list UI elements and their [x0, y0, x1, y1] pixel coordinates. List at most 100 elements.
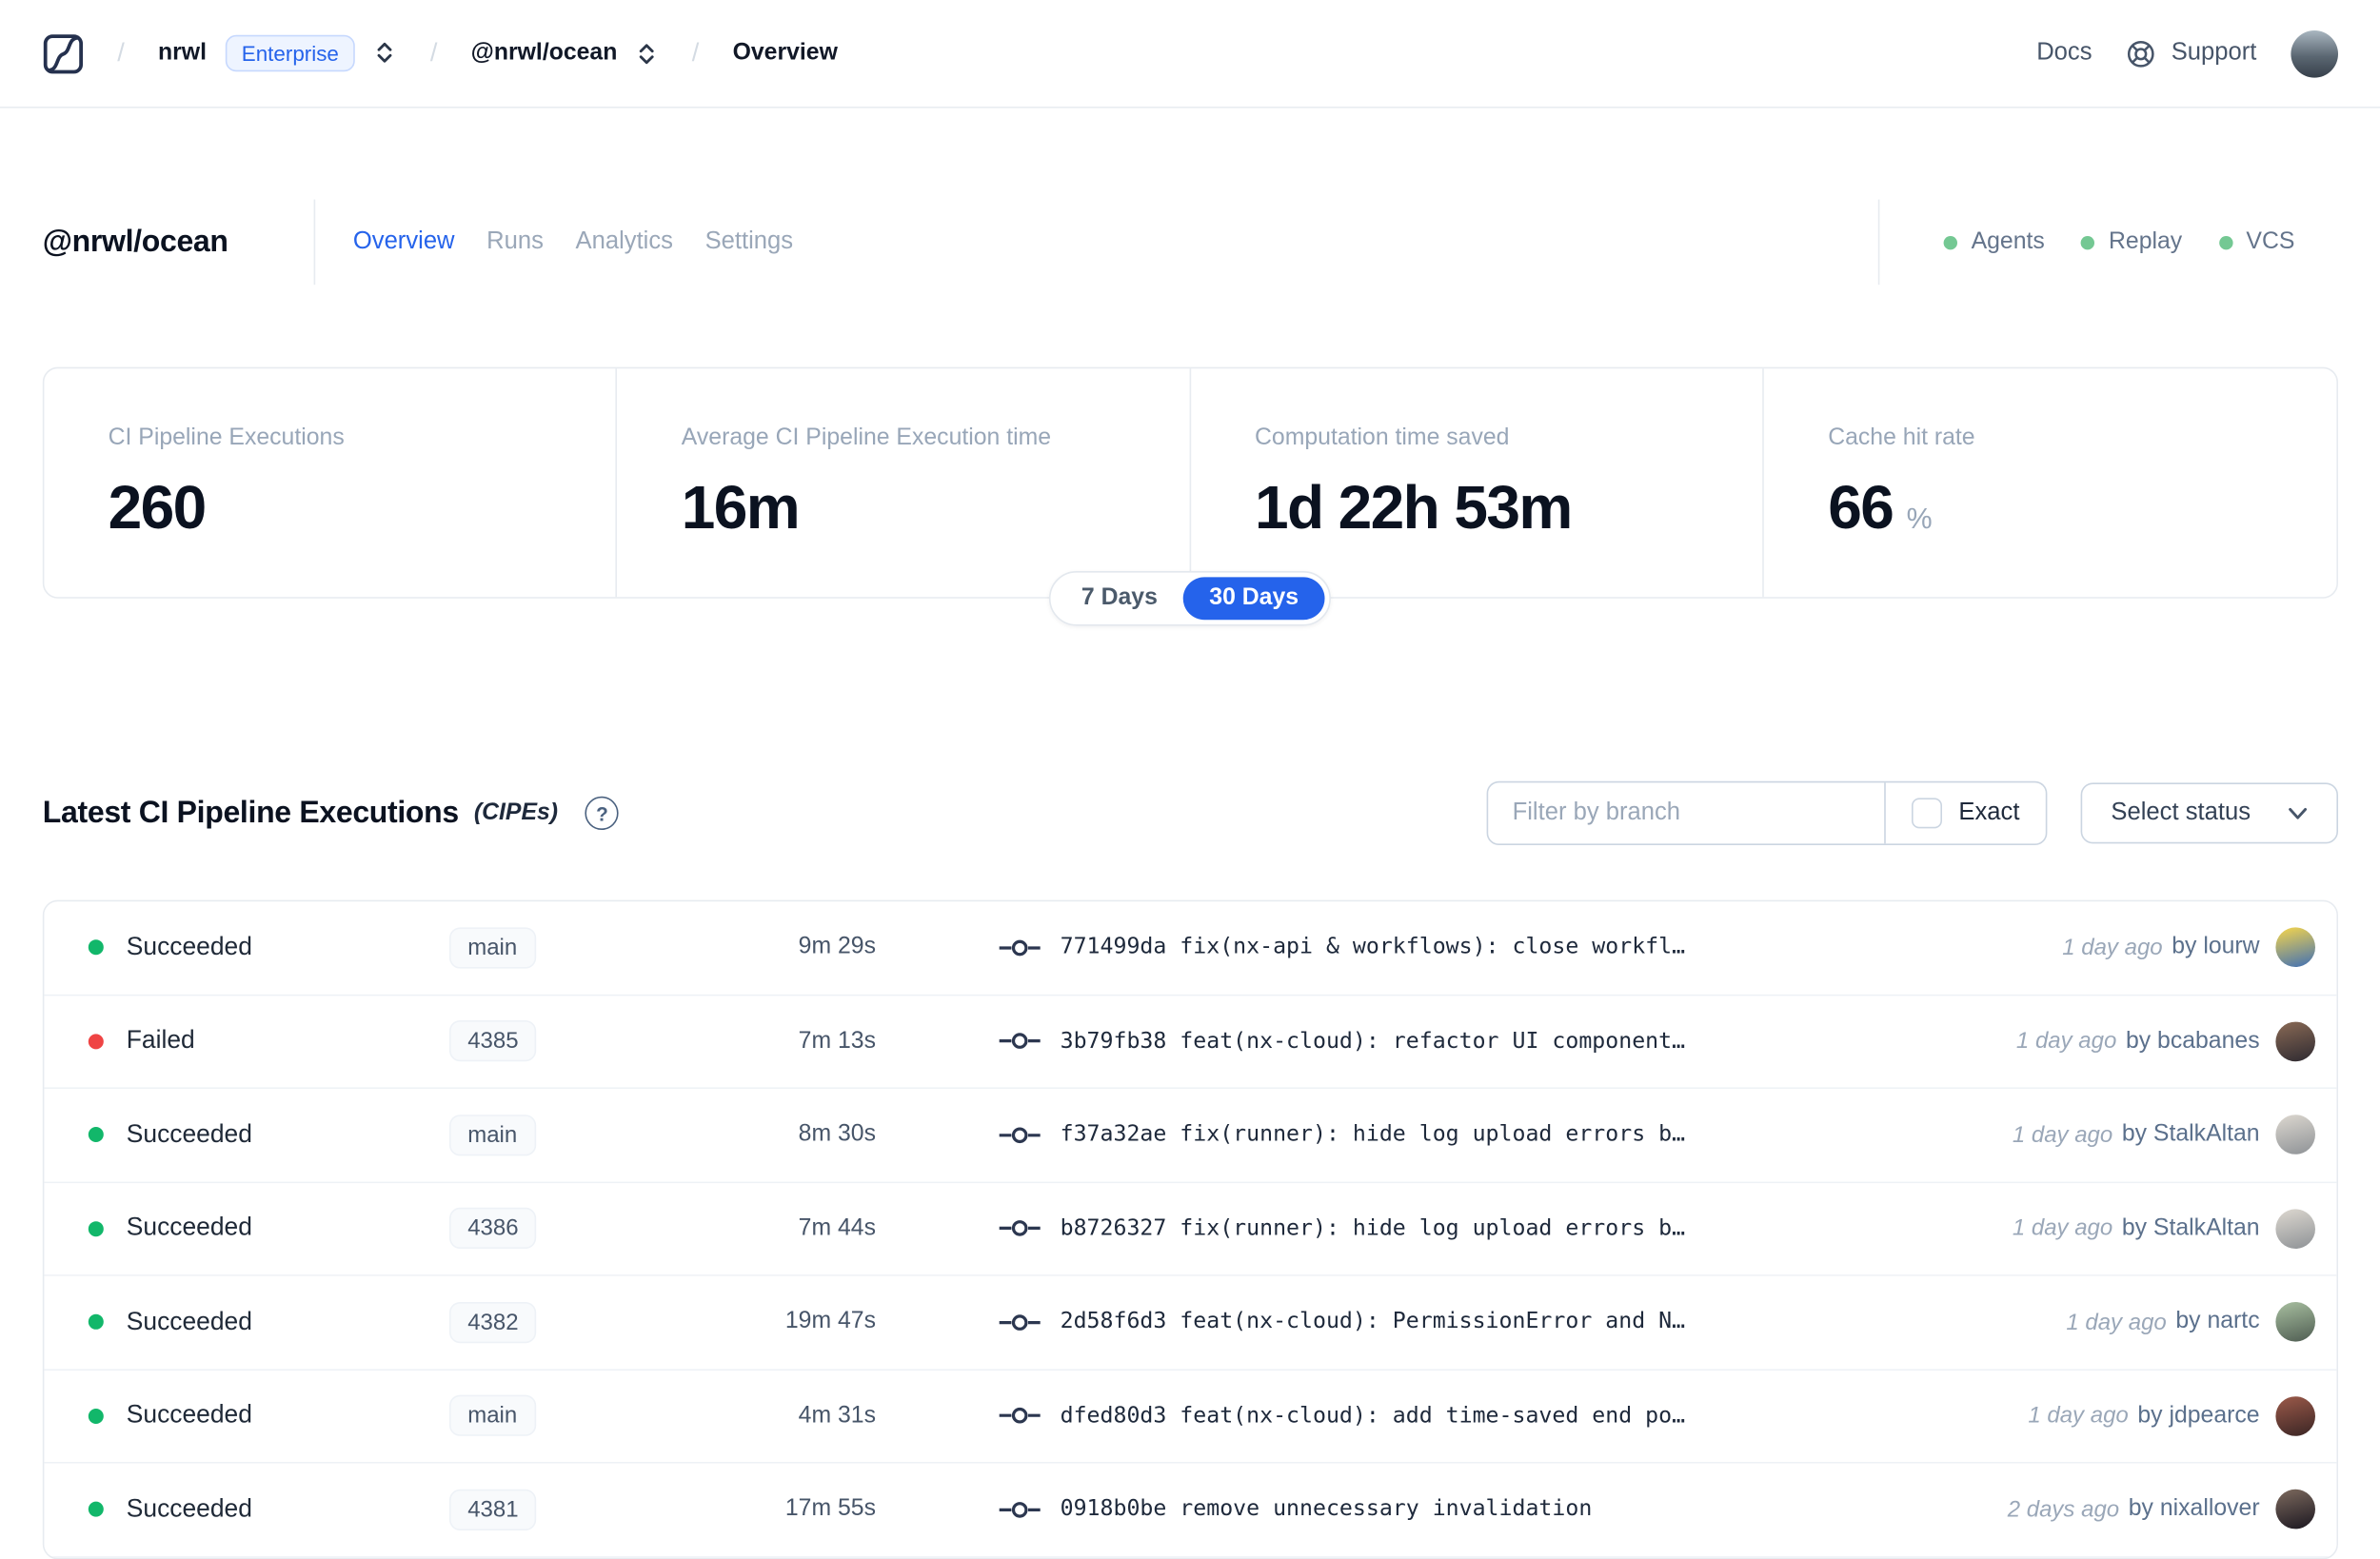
- workspace-switcher-icon[interactable]: [636, 40, 659, 66]
- indicator-agents[interactable]: Agents: [1943, 228, 2045, 256]
- table-row[interactable]: Succeeded main 8m 30s f37a32ae fix(runne…: [44, 1089, 2336, 1183]
- author-label: by nartc: [2175, 1308, 2260, 1334]
- commit-message: 3b79fb38 feat(nx-cloud): refactor UI com…: [1060, 1029, 1686, 1054]
- git-commit-icon: [999, 1125, 1041, 1145]
- branch-badge: main: [449, 1114, 536, 1155]
- user-avatar[interactable]: [2290, 30, 2338, 77]
- status-label: Failed: [126, 1026, 195, 1055]
- percent-suffix: %: [1906, 503, 1933, 537]
- breadcrumb: / nrwl Enterprise / @nrwl/ocean / Overvi…: [43, 32, 838, 73]
- author-avatar: [2274, 1302, 2315, 1342]
- duration-label: 19m 47s: [784, 1308, 876, 1334]
- indicator-replay[interactable]: Replay: [2081, 228, 2182, 256]
- stat-card-ci-executions: CI Pipeline Executions 260: [108, 424, 345, 543]
- help-icon[interactable]: ?: [585, 796, 620, 830]
- branch-badge: 4381: [449, 1489, 537, 1530]
- chevron-down-icon: [2287, 806, 2307, 819]
- author-label: by lourw: [2172, 934, 2260, 960]
- cipes-title: Latest CI Pipeline Executions: [42, 796, 459, 830]
- table-row[interactable]: Succeeded 4386 7m 44s b8726327 fix(runne…: [44, 1182, 2336, 1276]
- plan-badge: Enterprise: [225, 34, 356, 72]
- author-avatar: [2274, 1021, 2315, 1061]
- feature-indicators: Agents Replay VCS: [1877, 199, 2337, 286]
- breadcrumb-page: Overview: [732, 39, 838, 66]
- cipes-controls: Exact Select status: [1486, 780, 2338, 845]
- branch-filter-input[interactable]: [1488, 782, 1884, 844]
- breadcrumb-separator: /: [691, 38, 700, 68]
- org-switcher-icon[interactable]: [374, 40, 397, 66]
- time-ago: 1 day ago: [2062, 935, 2163, 961]
- tab-runs[interactable]: Runs: [486, 228, 544, 256]
- exact-checkbox[interactable]: [1911, 798, 1942, 829]
- nx-cloud-logo[interactable]: [43, 32, 84, 73]
- status-dot: [88, 939, 104, 956]
- author-avatar: [2274, 1395, 2315, 1436]
- toggle-7-days[interactable]: 7 Days: [1056, 577, 1183, 620]
- status-select[interactable]: Select status: [2080, 782, 2338, 844]
- breadcrumb-separator: /: [429, 38, 438, 68]
- stat-card-cache-hit-rate: Cache hit rate 66 %: [1762, 368, 2335, 598]
- status-dot: [88, 1502, 104, 1517]
- status-dot: [88, 1408, 104, 1424]
- period-toggle: 7 Days 30 Days: [1049, 571, 1331, 626]
- commit-message: 0918b0be remove unnecessary invalidation: [1060, 1497, 1593, 1522]
- breadcrumb-separator: /: [117, 38, 125, 68]
- time-ago: 1 day ago: [2012, 1121, 2113, 1148]
- author-label: by jdpearce: [2137, 1402, 2260, 1429]
- status-dot: [2081, 235, 2095, 249]
- status-dot: [88, 1220, 104, 1236]
- git-commit-icon: [999, 1032, 1041, 1052]
- indicator-vcs[interactable]: VCS: [2218, 228, 2294, 256]
- top-nav: / nrwl Enterprise / @nrwl/ocean / Overvi…: [0, 0, 2380, 109]
- exact-match-option: Exact: [1884, 782, 2046, 844]
- duration-label: 7m 13s: [798, 1027, 876, 1054]
- author-label: by StalkAltan: [2121, 1121, 2260, 1148]
- author-avatar: [2274, 1490, 2315, 1529]
- status-label: Succeeded: [126, 1214, 252, 1242]
- page-title: @nrwl/ocean: [42, 225, 228, 259]
- branch-badge: main: [449, 1395, 536, 1437]
- divider: [313, 199, 315, 286]
- commit-message: 2d58f6d3 feat(nx-cloud): PermissionError…: [1060, 1310, 1686, 1334]
- support-link[interactable]: Support: [2126, 37, 2256, 69]
- branch-badge: 4382: [449, 1301, 537, 1343]
- time-ago: 1 day ago: [2012, 1215, 2113, 1242]
- status-label: Succeeded: [126, 933, 252, 961]
- tab-overview[interactable]: Overview: [353, 228, 455, 256]
- main-content: @nrwl/ocean Overview Runs Analytics Sett…: [0, 109, 2380, 1559]
- stat-card-time-saved: Computation time saved 1d 22h 53m: [1189, 368, 1762, 598]
- stats-cards: CI Pipeline Executions 260 Average CI Pi…: [42, 366, 2338, 626]
- tab-settings[interactable]: Settings: [705, 228, 794, 256]
- status-dot: [1943, 235, 1958, 249]
- docs-link[interactable]: Docs: [2036, 40, 2092, 68]
- toggle-30-days[interactable]: 30 Days: [1183, 577, 1325, 621]
- git-commit-icon: [999, 1218, 1041, 1238]
- author-avatar: [2274, 1115, 2315, 1155]
- table-row[interactable]: Succeeded 4381 17m 55s 0918b0be remove u…: [44, 1463, 2336, 1557]
- table-row[interactable]: Failed 4385 7m 13s 3b79fb38 feat(nx-clou…: [44, 995, 2336, 1089]
- breadcrumb-workspace-group: @nrwl/ocean: [471, 40, 659, 68]
- breadcrumb-org-group: nrwl Enterprise: [158, 34, 397, 72]
- duration-label: 4m 31s: [798, 1402, 876, 1429]
- time-ago: 2 days ago: [2007, 1496, 2120, 1523]
- status-dot: [88, 1127, 104, 1143]
- cipes-title-suffix: (CIPEs): [473, 799, 559, 826]
- cipes-header: Latest CI Pipeline Executions (CIPEs) ? …: [42, 780, 2338, 845]
- git-commit-icon: [999, 1312, 1041, 1332]
- app-root: / nrwl Enterprise / @nrwl/ocean / Overvi…: [0, 0, 2380, 1559]
- branch-filter-group: Exact: [1486, 780, 2048, 845]
- commit-message: f37a32ae fix(runner): hide log upload er…: [1060, 1122, 1686, 1148]
- status-label: Succeeded: [126, 1494, 252, 1523]
- time-ago: 1 day ago: [2066, 1309, 2167, 1335]
- table-row[interactable]: Succeeded main 9m 29s 771499da fix(nx-ap…: [44, 901, 2336, 996]
- status-label: Succeeded: [126, 1308, 252, 1335]
- divider: [1877, 199, 1880, 286]
- tab-analytics[interactable]: Analytics: [576, 228, 673, 256]
- table-row[interactable]: Succeeded 4382 19m 47s 2d58f6d3 feat(nx-…: [44, 1275, 2336, 1371]
- breadcrumb-org[interactable]: nrwl: [158, 40, 207, 68]
- breadcrumb-workspace[interactable]: @nrwl/ocean: [471, 40, 618, 68]
- branch-badge: main: [449, 927, 536, 969]
- status-label: Succeeded: [126, 1120, 252, 1148]
- git-commit-icon: [999, 937, 1041, 957]
- table-row[interactable]: Succeeded main 4m 31s dfed80d3 feat(nx-c…: [44, 1370, 2336, 1464]
